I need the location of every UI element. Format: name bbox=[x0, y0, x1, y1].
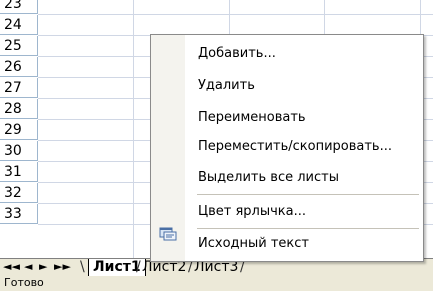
menu-item-select-all[interactable]: Выделить все листы bbox=[198, 170, 339, 186]
menu-item-delete[interactable]: Удалить bbox=[198, 78, 255, 94]
menu-item-tab-color[interactable]: Цвет ярлычка... bbox=[198, 204, 306, 220]
last-sheet-button[interactable]: ►► bbox=[54, 260, 71, 274]
menu-item-move-copy[interactable]: Переместить/скопировать... bbox=[198, 139, 392, 155]
first-sheet-button[interactable]: ◄◄ bbox=[3, 260, 20, 274]
row-header[interactable]: 32 bbox=[0, 183, 38, 203]
sheet-tab-context-menu: Добавить... Удалить Переименовать Переме… bbox=[150, 34, 424, 262]
tab-divider: / bbox=[136, 259, 141, 275]
next-sheet-button[interactable]: ► bbox=[39, 260, 47, 274]
row-header[interactable]: 33 bbox=[0, 204, 38, 224]
view-code-icon bbox=[159, 227, 177, 241]
row-header[interactable]: 26 bbox=[0, 57, 38, 77]
row-header[interactable]: 30 bbox=[0, 141, 38, 161]
row-header[interactable]: 25 bbox=[0, 36, 38, 56]
menu-item-rename[interactable]: Переименовать bbox=[198, 110, 306, 126]
row-header[interactable]: 29 bbox=[0, 120, 38, 140]
menu-item-insert[interactable]: Добавить... bbox=[198, 46, 276, 62]
status-text: Готово bbox=[4, 276, 44, 289]
row-header[interactable]: 31 bbox=[0, 162, 38, 182]
menu-item-view-code[interactable]: Исходный текст bbox=[198, 236, 309, 252]
row-header[interactable]: 27 bbox=[0, 78, 38, 98]
row-header[interactable]: 24 bbox=[0, 15, 38, 35]
sheet-row: 24 bbox=[0, 15, 433, 36]
row-header[interactable]: 28 bbox=[0, 99, 38, 119]
tab-divider: \ bbox=[80, 259, 85, 275]
menu-separator bbox=[197, 228, 419, 229]
status-bar: Готово bbox=[0, 276, 433, 291]
sheet-row: 23 bbox=[0, 0, 433, 15]
row-header[interactable]: 23 bbox=[0, 0, 38, 14]
menu-separator bbox=[197, 194, 419, 195]
prev-sheet-button[interactable]: ◄ bbox=[24, 260, 32, 274]
